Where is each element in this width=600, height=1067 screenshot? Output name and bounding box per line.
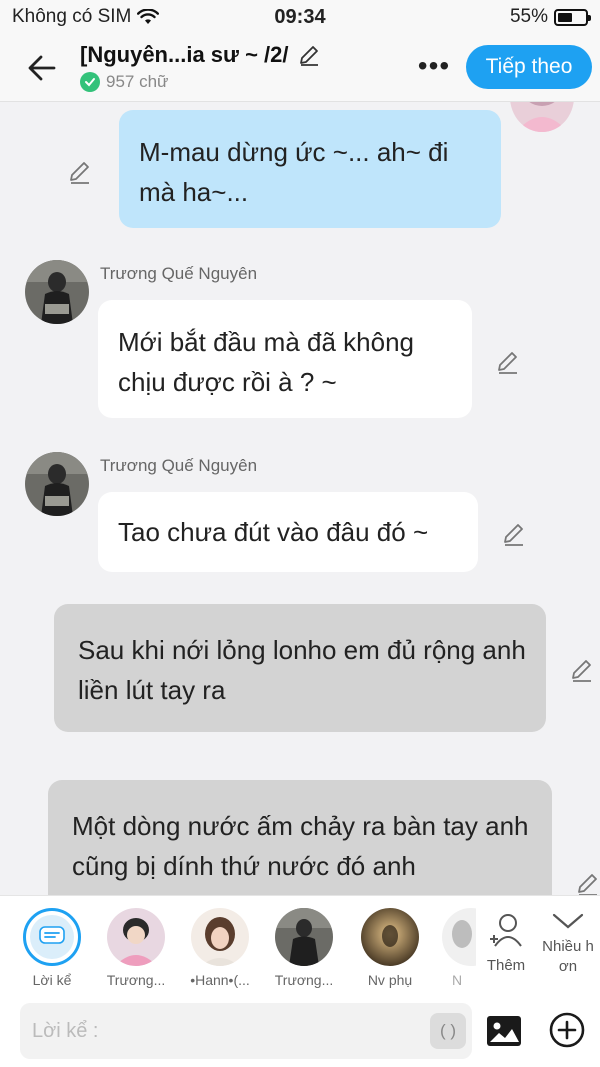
more-characters-button[interactable]: Nhiều h ơn <box>536 910 600 977</box>
carrier-label: Không có SIM <box>12 6 132 27</box>
author-name: Trương Quế Nguyên <box>100 264 258 283</box>
edit-message-icon[interactable] <box>66 158 94 186</box>
character-avatar <box>275 908 333 966</box>
character-label: Nv phụ <box>367 972 413 988</box>
avatar[interactable] <box>25 452 89 516</box>
battery-percent: 55% <box>509 6 548 27</box>
composer: ( ) <box>0 995 600 1067</box>
edit-message-icon[interactable] <box>568 656 596 684</box>
character-avatar <box>442 908 476 966</box>
character-option[interactable]: •Hann•(... <box>180 908 260 988</box>
character-label: Lời kể <box>32 972 72 988</box>
avatar-right-partial[interactable] <box>510 102 574 132</box>
message-input[interactable] <box>20 1003 410 1059</box>
battery-icon <box>554 8 591 26</box>
character-option[interactable]: Trương... <box>96 908 176 988</box>
edit-message-icon[interactable] <box>574 870 600 895</box>
pencil-icon[interactable] <box>297 43 321 67</box>
author-name: Trương Quế Nguyên <box>100 456 258 475</box>
character-label: Trương... <box>106 972 166 988</box>
more-options-button[interactable]: ••• <box>414 50 454 81</box>
arrow-left-icon <box>28 55 56 81</box>
message-text: Tao chưa đút vào đâu đó ~ <box>118 517 429 547</box>
edit-message-icon[interactable] <box>494 348 522 376</box>
character-narrator[interactable]: Lời kể <box>12 908 92 988</box>
next-button[interactable]: Tiếp theo <box>466 45 592 89</box>
title-area: [Nguyên...ia sư ~ /2/ 957 chữ <box>80 42 321 92</box>
status-bar: Không có SIM 09:34 55% <box>0 0 600 34</box>
message-text: Mới bắt đầu mà đã không chịu được rồi à … <box>118 327 415 397</box>
more-characters-label: Nhiều h ơn <box>542 938 594 975</box>
character-label: N <box>452 972 463 988</box>
narrator-avatar <box>23 908 81 966</box>
story-header: [Nguyên...ia sư ~ /2/ 957 chữ ••• Tiếp t… <box>0 34 600 102</box>
narration-text: Một dòng nước ấm chảy ra bàn tay anh cũn… <box>72 811 529 881</box>
edit-message-icon[interactable] <box>500 520 528 548</box>
add-character-label: Thêm <box>486 957 526 974</box>
message-input-box[interactable]: ( ) <box>20 1003 472 1059</box>
chevron-down-icon <box>552 913 584 929</box>
message-text: M-mau dừng ức ~... ah~ đi mà ha~... <box>139 137 449 207</box>
wifi-icon <box>137 9 160 24</box>
message-bubble[interactable]: M-mau dừng ức ~... ah~ đi mà ha~... <box>119 110 501 228</box>
chat-area[interactable]: M-mau dừng ức ~... ah~ đi mà ha~... Trươ… <box>0 102 600 895</box>
character-label: Trương... <box>274 972 334 988</box>
narration-bubble[interactable]: Một dòng nước ấm chảy ra bàn tay anh cũn… <box>48 780 552 895</box>
speech-bubble-icon <box>39 926 65 944</box>
add-user-icon <box>490 914 522 947</box>
character-option[interactable]: Nv phụ <box>350 908 430 988</box>
character-selector: Lời kể Trương... •Hann•(... Trương... Nv… <box>0 895 600 995</box>
narration-text: Sau khi nới lỏng lonho em đủ rộng anh li… <box>78 635 526 705</box>
message-bubble[interactable]: Mới bắt đầu mà đã không chịu được rồi à … <box>98 300 472 418</box>
word-count: 957 chữ <box>106 72 169 91</box>
character-option[interactable]: N <box>422 908 476 988</box>
character-avatar <box>361 908 419 966</box>
add-character-button[interactable]: Thêm <box>476 910 536 974</box>
story-title[interactable]: [Nguyên...ia sư ~ /2/ <box>80 42 289 68</box>
image-icon[interactable] <box>486 1015 522 1047</box>
character-avatar <box>107 908 165 966</box>
character-label: •Hann•(... <box>190 972 250 988</box>
parenthesis-button[interactable]: ( ) <box>430 1013 466 1049</box>
avatar[interactable] <box>25 260 89 324</box>
narration-bubble[interactable]: Sau khi nới lỏng lonho em đủ rộng anh li… <box>54 604 546 732</box>
battery-level <box>558 12 573 22</box>
check-icon <box>80 72 100 92</box>
character-avatar <box>191 908 249 966</box>
message-bubble[interactable]: Tao chưa đút vào đâu đó ~ <box>98 492 478 572</box>
character-option[interactable]: Trương... <box>264 908 344 988</box>
back-button[interactable] <box>22 48 62 88</box>
add-icon[interactable] <box>548 1011 586 1049</box>
